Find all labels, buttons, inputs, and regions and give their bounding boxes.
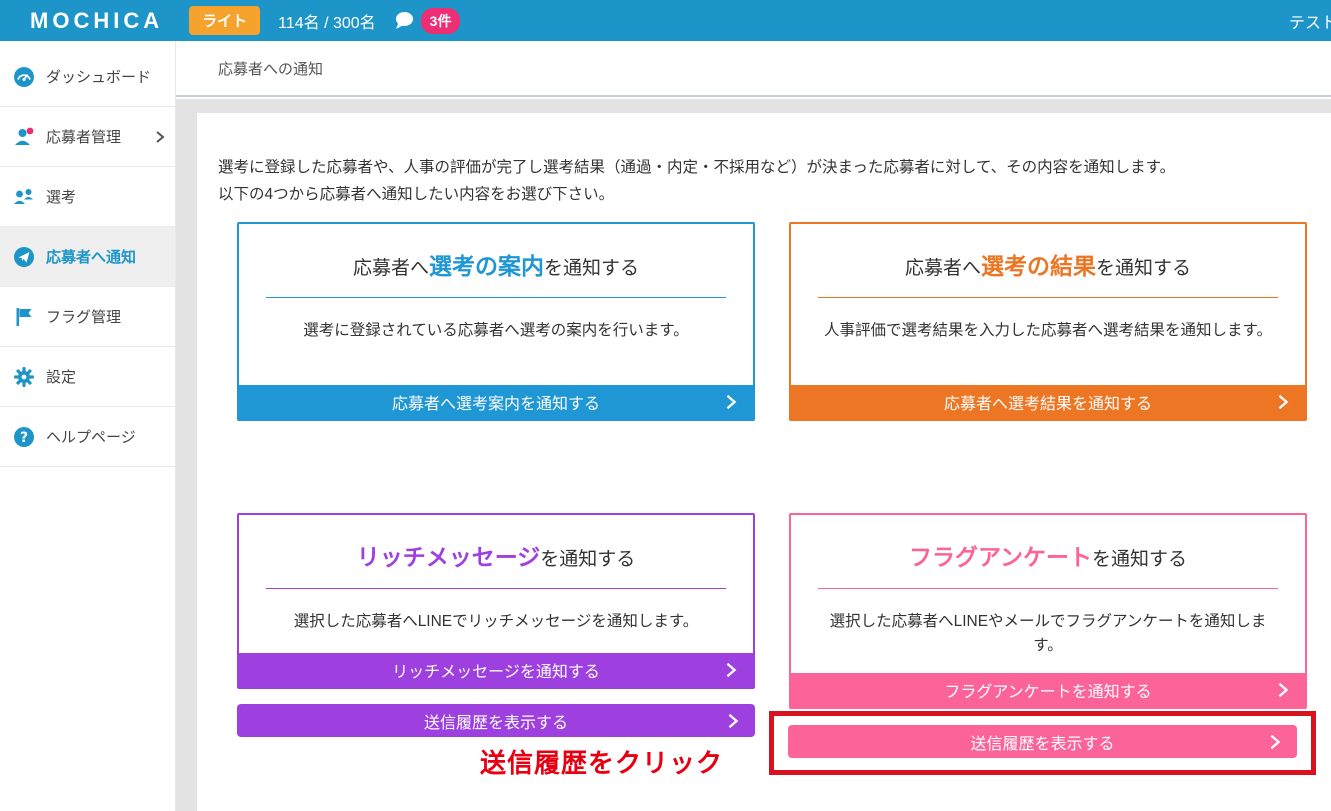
title-prefix: 応募者へ xyxy=(905,258,981,279)
sidebar-item-dashboard[interactable]: ダッシュボード xyxy=(0,47,175,107)
chevron-right-icon xyxy=(1274,681,1292,699)
chevron-right-icon xyxy=(153,130,167,144)
sidebar-item-label: フラグ管理 xyxy=(46,306,121,327)
sidebar-item-label: 応募者へ通知 xyxy=(46,246,136,267)
sidebar-item-label: 応募者管理 xyxy=(46,126,121,147)
sidebar-item-notify-applicants[interactable]: 応募者へ通知 xyxy=(0,227,175,287)
chevron-right-icon xyxy=(722,661,740,679)
sidebar-item-applicant-management[interactable]: 応募者管理 xyxy=(0,107,175,167)
selection-people-icon xyxy=(13,186,35,208)
intro-line-1: 選考に登録した応募者や、人事の評価が完了し選考結果（通過・内定・不採用など）が決… xyxy=(218,154,1175,181)
messages-button[interactable]: 3件 xyxy=(392,8,461,34)
card-title: 応募者へ選考の案内を通知する xyxy=(239,224,753,281)
card-rich-message: リッチメッセージを通知する 選択した応募者へLINEでリッチメッセージを通知しま… xyxy=(237,513,755,689)
title-suffix: を通知する xyxy=(1092,549,1187,570)
button-label: フラグアンケートを通知する xyxy=(944,678,1151,702)
main-content-background: 選考に登録した応募者や、人事の評価が完了し選考結果（通過・内定・不採用など）が決… xyxy=(176,99,1331,811)
dashboard-gauge-icon xyxy=(13,66,35,88)
sidebar-item-settings[interactable]: 設定 xyxy=(0,347,175,407)
card-description: 選択した応募者へLINEでリッチメッセージを通知します。 xyxy=(239,610,753,634)
card-title: リッチメッセージを通知する xyxy=(239,515,753,572)
rich-message-history-button[interactable]: 送信履歴を表示する xyxy=(237,704,755,737)
sidebar-item-help[interactable]: ? ヘルプページ xyxy=(0,407,175,467)
chevron-right-icon xyxy=(722,393,740,411)
card-title: 応募者へ選考の結果を通知する xyxy=(791,224,1305,281)
svg-text:?: ? xyxy=(20,430,28,446)
divider xyxy=(266,588,726,589)
sidebar: ダッシュボード 応募者管理 選考 応募者へ通知 xyxy=(0,41,176,811)
plan-badge: ライト xyxy=(189,6,260,35)
sidebar-item-label: ヘルプページ xyxy=(46,426,136,447)
divider xyxy=(266,297,726,298)
flag-icon xyxy=(13,306,35,328)
divider xyxy=(818,297,1278,298)
card-flag-survey: フラグアンケートを通知する 選択した応募者へLINEやメールでフラグアンケートを… xyxy=(789,513,1307,709)
title-suffix: を通知する xyxy=(540,549,635,570)
card-selection-result: 応募者へ選考の結果を通知する 人事評価で選考結果を入力した応募者へ選考結果を通知… xyxy=(789,222,1307,421)
title-suffix: を通知する xyxy=(1096,258,1191,279)
help-question-icon: ? xyxy=(13,426,35,448)
card-selection-guide: 応募者へ選考の案内を通知する 選考に登録されている応募者へ選考の案内を行います。… xyxy=(237,222,755,421)
title-highlight: フラグアンケート xyxy=(909,544,1092,570)
applicant-person-icon xyxy=(13,126,35,148)
chevron-right-icon xyxy=(1266,733,1284,751)
breadcrumb: 応募者への通知 xyxy=(218,58,323,79)
button-label: 送信履歴を表示する xyxy=(970,730,1114,754)
notify-selection-guide-button[interactable]: 応募者へ選考案内を通知する xyxy=(239,385,753,419)
card-description: 選考に登録されている応募者へ選考の案内を行います。 xyxy=(239,319,753,343)
annotation-highlight-box: 送信履歴を表示する xyxy=(769,711,1316,775)
card-title: フラグアンケートを通知する xyxy=(791,515,1305,572)
card-description: 選択した応募者へLINEやメールでフラグアンケートを通知します。 xyxy=(791,610,1305,658)
card-description: 人事評価で選考結果を入力した応募者へ選考結果を通知します。 xyxy=(791,319,1305,343)
notify-selection-result-button[interactable]: 応募者へ選考結果を通知する xyxy=(791,385,1305,419)
sidebar-item-label: 選考 xyxy=(46,186,76,207)
flag-survey-history-button[interactable]: 送信履歴を表示する xyxy=(788,725,1297,758)
intro-text: 選考に登録した応募者や、人事の評価が完了し選考結果（通過・内定・不採用など）が決… xyxy=(218,154,1175,208)
notify-rich-message-button[interactable]: リッチメッセージを通知する xyxy=(239,653,753,687)
capacity-count: 114名 / 300名 xyxy=(278,9,376,33)
title-suffix: を通知する xyxy=(544,258,639,279)
title-highlight: リッチメッセージ xyxy=(357,544,541,570)
chevron-right-icon xyxy=(1274,393,1292,411)
chat-bubble-icon xyxy=(392,10,416,32)
button-label: 応募者へ選考案内を通知する xyxy=(392,390,600,414)
button-label: リッチメッセージを通知する xyxy=(392,658,600,682)
message-count-badge: 3件 xyxy=(421,8,461,34)
button-label: 送信履歴を表示する xyxy=(424,709,568,733)
sidebar-item-selection[interactable]: 選考 xyxy=(0,167,175,227)
breadcrumb-bar: 応募者への通知 xyxy=(176,41,1331,97)
button-label: 応募者へ選考結果を通知する xyxy=(944,390,1152,414)
notify-flag-survey-button[interactable]: フラグアンケートを通知する xyxy=(791,673,1305,707)
intro-line-2: 以下の4つから応募者へ通知したい内容をお選び下さい。 xyxy=(218,181,1175,208)
account-name[interactable]: テスト xyxy=(1289,9,1331,33)
divider xyxy=(818,588,1278,589)
sidebar-item-label: 設定 xyxy=(46,366,76,387)
title-highlight: 選考の案内 xyxy=(429,253,544,279)
annotation-text: 送信履歴をクリック xyxy=(363,743,723,780)
gear-icon xyxy=(13,366,35,388)
notify-paper-plane-icon xyxy=(13,246,35,268)
title-highlight: 選考の結果 xyxy=(981,253,1096,279)
app-header: MOCHICA ライト 114名 / 300名 3件 テスト xyxy=(0,0,1331,41)
sidebar-item-label: ダッシュボード xyxy=(46,66,151,87)
sidebar-item-flag-management[interactable]: フラグ管理 xyxy=(0,287,175,347)
content-panel: 選考に登録した応募者や、人事の評価が完了し選考結果（通過・内定・不採用など）が決… xyxy=(197,113,1331,811)
mochica-logo: MOCHICA xyxy=(30,8,163,34)
title-prefix: 応募者へ xyxy=(353,258,429,279)
chevron-right-icon xyxy=(724,712,742,730)
